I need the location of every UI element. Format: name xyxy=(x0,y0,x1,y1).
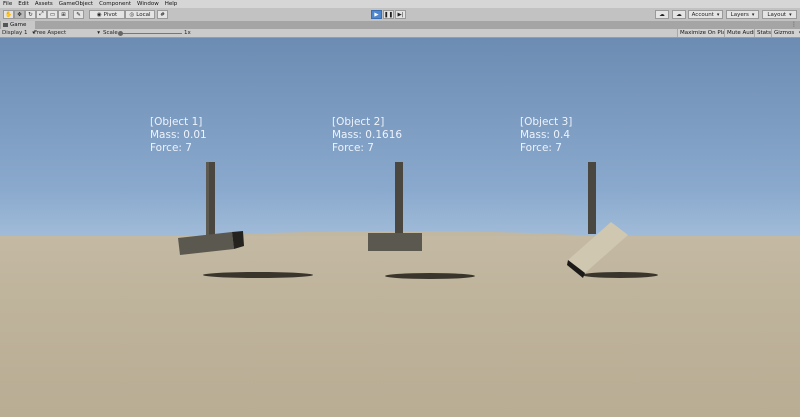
scale-value: 1x xyxy=(184,30,191,36)
tab-menu-icon[interactable]: ⋮ xyxy=(791,21,797,29)
layers-dropdown[interactable]: Layers xyxy=(726,10,759,19)
local-toggle[interactable]: ◎ Local xyxy=(125,10,155,19)
layout-dropdown[interactable]: Layout xyxy=(762,10,797,19)
grid-snap-icon[interactable]: # xyxy=(157,10,168,19)
menu-help[interactable]: Help xyxy=(162,0,181,8)
menu-bar: File Edit Assets GameObject Component Wi… xyxy=(0,0,800,8)
hand-tool-icon[interactable]: ✋ xyxy=(3,10,14,19)
services-cloud-icon[interactable]: ☁ xyxy=(672,10,686,19)
game-viewport[interactable]: [Object 1] Mass: 0.01 Force: 7 [Object 2… xyxy=(0,38,800,417)
pivot-icon: ◉ xyxy=(96,11,102,18)
object-1-name: [Object 1] xyxy=(150,116,203,128)
display-label: Display 1 xyxy=(2,30,28,36)
object-2-hammer xyxy=(368,162,475,279)
object-3-shadow xyxy=(582,272,658,278)
aspect-label: Free Aspect xyxy=(34,30,67,36)
scale-slider[interactable] xyxy=(118,30,182,36)
layout-label: Layout xyxy=(767,11,787,18)
account-label: Account xyxy=(691,11,714,18)
pivot-toggle[interactable]: ◉ Pivot xyxy=(89,10,125,19)
maximize-on-play-toggle[interactable]: Maximize On Play xyxy=(677,29,731,37)
rect-tool-icon[interactable]: ▭ xyxy=(47,10,58,19)
local-label: Local xyxy=(136,11,151,18)
tab-game[interactable]: Game xyxy=(1,21,35,29)
menu-file[interactable]: File xyxy=(0,0,15,8)
aspect-dropdown[interactable]: Free Aspect ▾ xyxy=(34,29,100,37)
step-button[interactable]: ▶| xyxy=(395,10,406,19)
main-toolbar: ✋ ✥ ↻ ⤢ ▭ ⊞ ✎ ◉ Pivot ◎ Local # ▶ ❚❚ ▶| … xyxy=(0,8,800,22)
display-dropdown[interactable]: Display 1 xyxy=(2,29,35,37)
scale-label: Scale xyxy=(103,30,118,36)
menu-edit[interactable]: Edit xyxy=(15,0,32,8)
object-1-mass: Mass: 0.01 xyxy=(150,129,207,141)
object-2-name: [Object 2] xyxy=(332,116,385,128)
collab-cloud-icon[interactable]: ☁ xyxy=(655,10,669,19)
gizmos-label: Gizmos xyxy=(774,30,795,36)
layers-label: Layers xyxy=(730,11,749,18)
scale-tool-icon[interactable]: ⤢ xyxy=(36,10,47,19)
pause-button[interactable]: ❚❚ xyxy=(383,10,394,19)
object-2-shadow xyxy=(385,273,475,279)
object-3-force: Force: 7 xyxy=(520,142,562,154)
scene-objects xyxy=(178,162,658,279)
play-icon: ▶ xyxy=(374,11,379,18)
tab-strip: Game ⋮ xyxy=(0,21,800,29)
move-tool-icon[interactable]: ✥ xyxy=(14,10,25,19)
menu-window[interactable]: Window xyxy=(134,0,162,8)
pivot-label: Pivot xyxy=(103,11,118,18)
game-view-toolbar: Display 1 Free Aspect ▾ Scale 1x Maximiz… xyxy=(0,29,800,38)
transform-tool-icon[interactable]: ⊞ xyxy=(58,10,69,19)
local-icon: ◎ xyxy=(129,11,135,18)
object-3-name: [Object 3] xyxy=(520,116,573,128)
gizmos-dropdown[interactable]: Gizmos xyxy=(771,29,800,37)
chevron-down-icon: ▾ xyxy=(97,30,100,36)
object-1-shadow xyxy=(203,272,313,278)
tab-game-label: Game xyxy=(10,22,27,28)
object-1-head xyxy=(178,232,234,255)
object-1-hammer xyxy=(178,162,313,278)
menu-component[interactable]: Component xyxy=(96,0,134,8)
object-2-mass: Mass: 0.1616 xyxy=(332,129,403,141)
play-button[interactable]: ▶ xyxy=(371,10,382,19)
custom-tool-icon[interactable]: ✎ xyxy=(73,10,84,19)
account-dropdown[interactable]: Account xyxy=(688,10,723,19)
object-3-hammer xyxy=(567,162,658,278)
object-2-force: Force: 7 xyxy=(332,142,374,154)
pause-icon: ❚❚ xyxy=(383,11,394,18)
object-3-info: [Object 3] Mass: 0.4 Force: 7 xyxy=(520,116,572,155)
object-2-info: [Object 2] Mass: 0.1616 Force: 7 xyxy=(332,116,402,155)
object-3-head xyxy=(568,222,628,273)
object-3-handle xyxy=(588,162,596,234)
scale-slider-handle[interactable] xyxy=(118,30,123,36)
object-2-handle xyxy=(395,162,403,234)
menu-gameobject[interactable]: GameObject xyxy=(56,0,96,8)
menu-assets[interactable]: Assets xyxy=(32,0,56,8)
object-3-mass: Mass: 0.4 xyxy=(520,129,571,141)
step-icon: ▶| xyxy=(397,11,404,18)
object-1-info: [Object 1] Mass: 0.01 Force: 7 xyxy=(150,116,207,155)
game-controller-icon xyxy=(3,23,8,27)
object-2-head xyxy=(368,233,422,251)
rotate-tool-icon[interactable]: ↻ xyxy=(25,10,36,19)
object-1-force: Force: 7 xyxy=(150,142,192,154)
